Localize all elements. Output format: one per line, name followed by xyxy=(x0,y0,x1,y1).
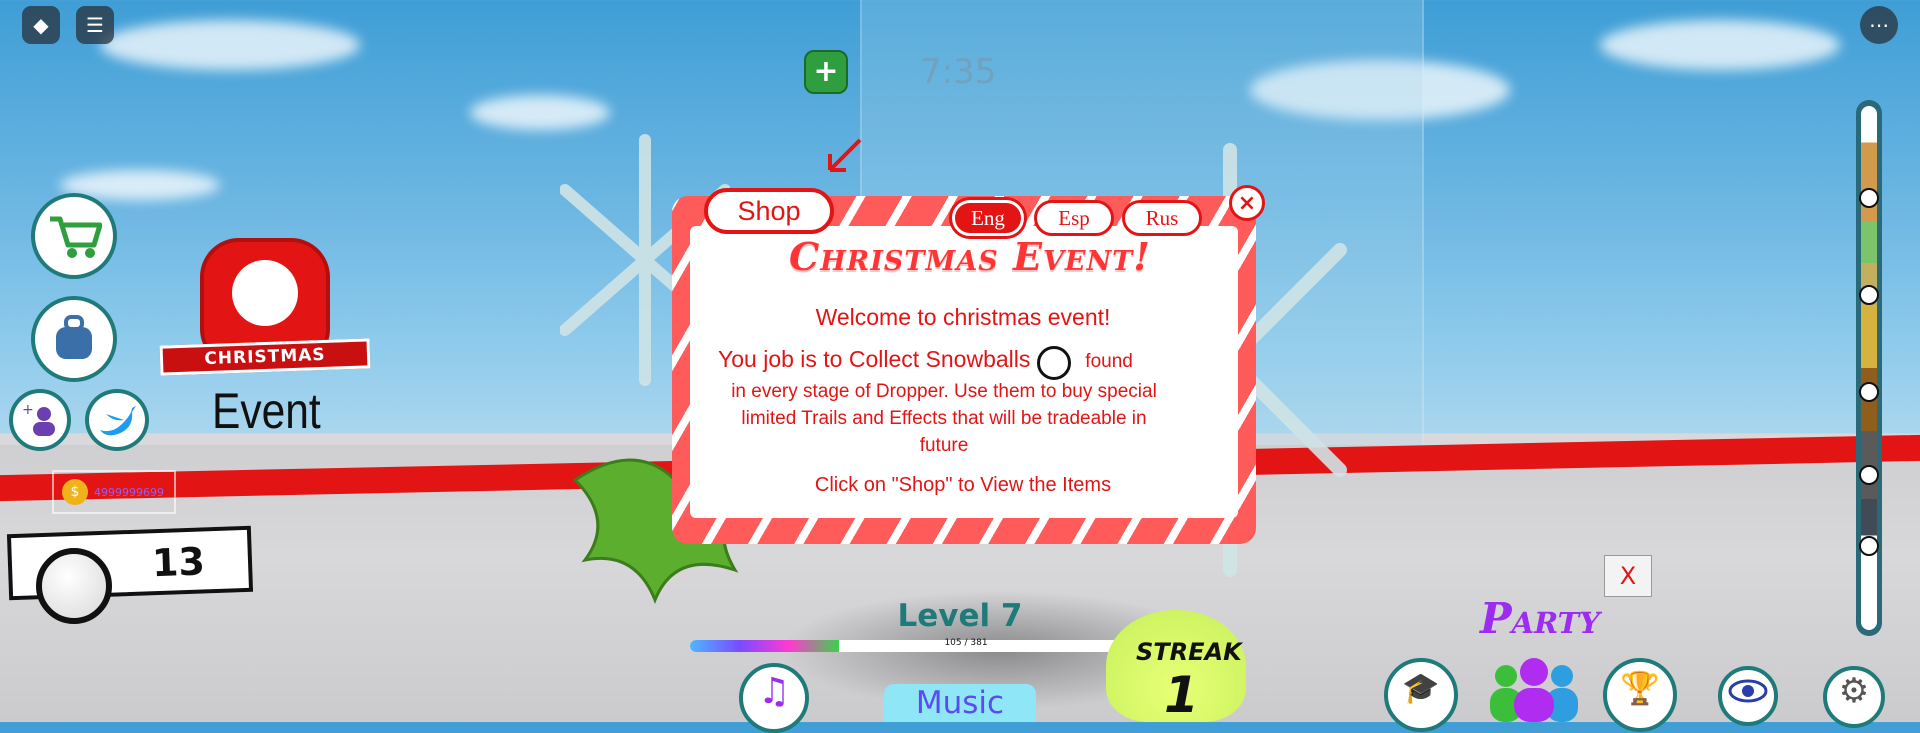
dialog-cta: Click on "Shop" to View the Items xyxy=(814,474,1112,496)
stage-marker xyxy=(1859,465,1879,485)
cart-icon xyxy=(50,216,102,258)
dialog-close-button[interactable]: × xyxy=(1229,185,1265,221)
party-close-button[interactable]: X xyxy=(1604,555,1652,597)
streak-value: 1 xyxy=(1164,666,1199,724)
chat-icon: ☰ xyxy=(86,13,104,37)
inventory-button[interactable] xyxy=(31,296,117,382)
timer: 7:35 xyxy=(920,52,997,92)
stage-marker xyxy=(1859,536,1879,556)
streak-badge: STREAK 1 xyxy=(1106,600,1246,724)
invite-friends-button[interactable]: + xyxy=(9,389,71,451)
currency-amount: 4999999699 xyxy=(94,485,164,499)
lang-eng-button[interactable]: Eng xyxy=(952,200,1024,236)
stage-marker xyxy=(1859,382,1879,402)
roblox-menu-button[interactable]: ◆ xyxy=(22,6,60,44)
currency-display: $ 4999999699 xyxy=(52,470,176,514)
stage-marker xyxy=(1859,188,1879,208)
dialog-line1-suffix: found xyxy=(1085,351,1133,373)
snowball-icon xyxy=(36,548,112,624)
menu-icon: ⋯ xyxy=(1869,13,1889,37)
santa-icon xyxy=(232,260,298,326)
music-icon-button[interactable]: ♫ xyxy=(739,663,809,733)
dialog-welcome: Welcome to christmas event! xyxy=(815,304,1111,330)
svg-text:+: + xyxy=(22,402,34,418)
streak-label: STREAK xyxy=(1136,638,1242,666)
level-label: Level 7 xyxy=(897,598,1023,634)
dialog-body: in every stage of Dropper. Use them to b… xyxy=(731,381,1157,456)
arrow-pointer-icon xyxy=(828,138,862,172)
settings-icon: ⚙ xyxy=(1838,671,1870,711)
trophy-icon: 🏆 xyxy=(1620,669,1660,707)
backpack-icon xyxy=(56,315,92,359)
christmas-ribbon: CHRISTMAS xyxy=(159,338,371,376)
party-icon xyxy=(1490,658,1578,722)
chat-button[interactable]: ☰ xyxy=(76,6,114,44)
dialog-shop-button[interactable]: Shop xyxy=(704,188,834,234)
rebirth-button[interactable]: 🎓 xyxy=(1384,658,1458,732)
snowball-count: 13 xyxy=(151,539,206,586)
coin-icon: $ xyxy=(62,479,88,505)
shop-cart-button[interactable] xyxy=(31,193,117,279)
twitter-codes-button[interactable] xyxy=(85,389,149,451)
leaderboard-button[interactable]: 🏆 xyxy=(1603,658,1677,732)
roblox-icon: ◆ xyxy=(33,13,49,37)
christmas-event-button[interactable]: CHRISTMAS xyxy=(159,238,371,398)
snowball-icon xyxy=(1036,346,1071,380)
visibility-button[interactable] xyxy=(1718,666,1778,726)
eye-icon xyxy=(1728,679,1768,703)
add-icon: + xyxy=(813,54,839,89)
lang-rus-button[interactable]: Rus xyxy=(1122,200,1202,236)
dialog-line1-row: You job is to Collect Snowballs found xyxy=(718,346,1198,380)
party-button[interactable] xyxy=(1486,658,1582,722)
stage-marker xyxy=(1859,285,1879,305)
more-menu-button[interactable]: ⋯ xyxy=(1860,6,1898,44)
settings-button[interactable]: ⚙ xyxy=(1823,666,1885,728)
add-friends-icon: + xyxy=(22,402,55,436)
add-button[interactable]: + xyxy=(804,50,848,94)
stage-progress-bar xyxy=(1856,100,1882,636)
event-label: Event xyxy=(212,383,321,439)
party-label: Party xyxy=(1480,594,1600,643)
dialog-title: Christmas Event! xyxy=(789,234,1151,279)
music-icon: ♫ xyxy=(757,670,791,712)
dialog-line1: You job is to Collect Snowballs xyxy=(718,346,1031,373)
lang-esp-button[interactable]: Esp xyxy=(1034,200,1114,236)
graduation-icon: 🎓 xyxy=(1402,670,1440,706)
music-button[interactable]: Music xyxy=(884,684,1036,722)
twitter-icon xyxy=(100,406,136,436)
